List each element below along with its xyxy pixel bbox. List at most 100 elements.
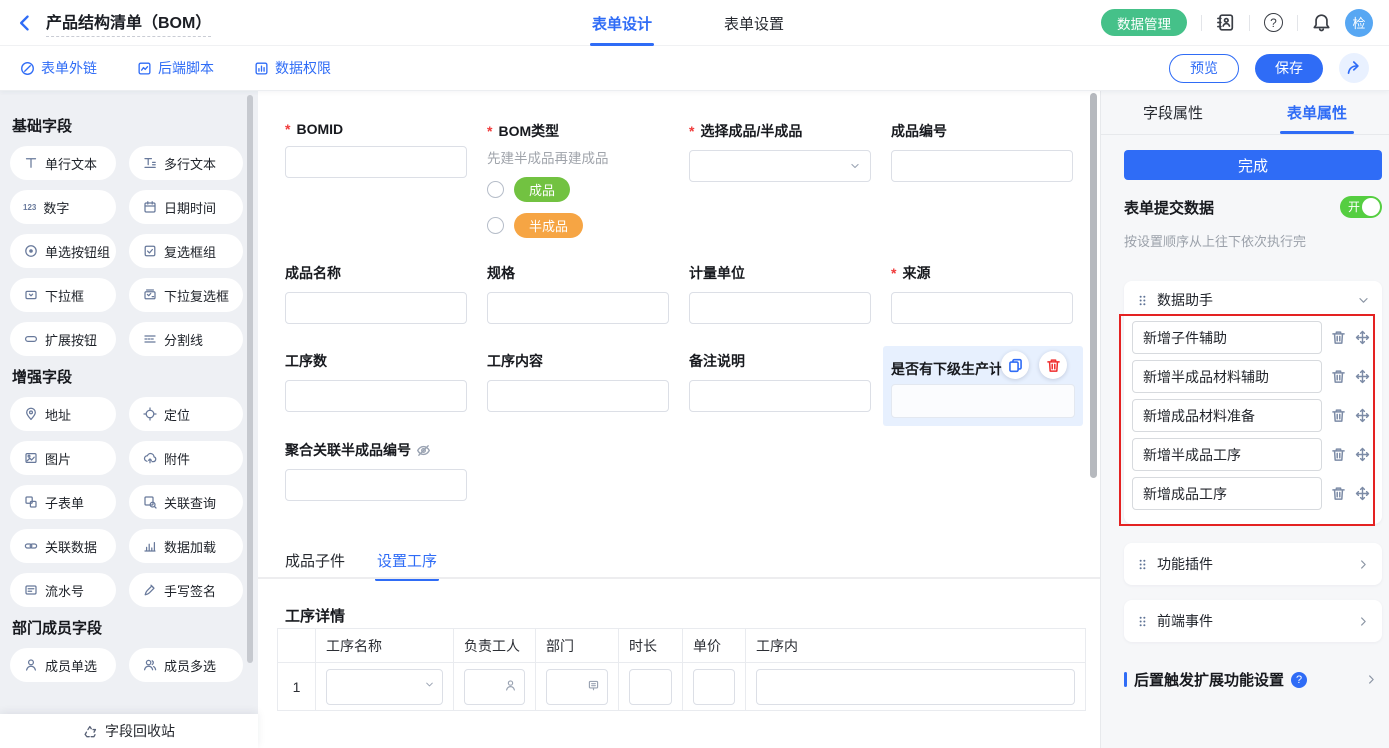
field-select-product[interactable]: 选择成品/半成品 bbox=[689, 121, 891, 182]
process-name-select[interactable] bbox=[326, 669, 443, 705]
field-item-subform[interactable]: 子表单 bbox=[10, 485, 116, 519]
preview-button[interactable]: 预览 bbox=[1169, 54, 1239, 83]
field-source[interactable]: 来源 bbox=[891, 263, 1093, 324]
contact-book-icon[interactable] bbox=[1216, 13, 1235, 32]
field-remark[interactable]: 备注说明 bbox=[689, 351, 891, 412]
duration-input[interactable] bbox=[629, 669, 672, 705]
spec-input[interactable] bbox=[487, 292, 669, 324]
field-spec[interactable]: 规格 bbox=[487, 263, 689, 324]
radio-icon[interactable] bbox=[487, 181, 504, 198]
worker-picker-input[interactable] bbox=[464, 669, 525, 705]
field-item-linked-data[interactable]: 关联数据 bbox=[10, 529, 116, 563]
process-content-input[interactable] bbox=[487, 380, 669, 412]
delete-field-button[interactable] bbox=[1039, 351, 1067, 379]
frontend-events-card[interactable]: 前端事件 bbox=[1124, 600, 1382, 642]
data-permission-action[interactable]: 数据权限 bbox=[254, 58, 331, 78]
chevron-down-icon[interactable] bbox=[1357, 294, 1370, 307]
field-item-divider[interactable]: 分割线 bbox=[129, 322, 243, 356]
data-assistant-header[interactable]: 数据助手 bbox=[1124, 281, 1382, 319]
drag-handle-icon[interactable] bbox=[1136, 294, 1149, 307]
move-icon[interactable] bbox=[1355, 447, 1370, 462]
help-icon[interactable]: ? bbox=[1264, 13, 1283, 32]
field-product-name[interactable]: 成品名称 bbox=[285, 263, 487, 324]
sidebar-scrollbar[interactable] bbox=[247, 95, 253, 663]
field-item-data-load[interactable]: 数据加载 bbox=[129, 529, 243, 563]
trash-icon[interactable] bbox=[1331, 447, 1346, 462]
chevron-right-icon[interactable] bbox=[1365, 673, 1378, 686]
field-item-single-text[interactable]: 单行文本 bbox=[10, 146, 116, 180]
field-process-content[interactable]: 工序内容 bbox=[487, 351, 689, 412]
field-unit[interactable]: 计量单位 bbox=[689, 263, 891, 324]
field-item-linked-query[interactable]: 关联查询 bbox=[129, 485, 243, 519]
field-aggregate-no[interactable]: 聚合关联半成品编号 bbox=[285, 440, 487, 501]
tab-form-design[interactable]: 表单设计 bbox=[590, 0, 654, 46]
tab-form-properties[interactable]: 表单属性 bbox=[1245, 91, 1389, 134]
drag-handle-icon[interactable] bbox=[1136, 558, 1149, 571]
field-product-no[interactable]: 成品编号 bbox=[891, 121, 1093, 182]
price-input[interactable] bbox=[693, 669, 735, 705]
field-item-radio-group[interactable]: 单选按钮组 bbox=[10, 234, 116, 268]
chevron-right-icon[interactable] bbox=[1357, 558, 1370, 571]
aggregate-no-input[interactable] bbox=[285, 469, 467, 501]
assistant-item-name[interactable]: 新增成品材料准备 bbox=[1132, 399, 1322, 432]
field-item-attachment[interactable]: 附件 bbox=[129, 441, 243, 475]
selected-field-sub-plan[interactable]: 是否有下级生产计 bbox=[883, 346, 1083, 426]
radio-option-finished[interactable]: 成品 bbox=[487, 177, 689, 202]
unit-input[interactable] bbox=[689, 292, 871, 324]
drag-handle-icon[interactable] bbox=[1136, 615, 1149, 628]
copy-field-button[interactable] bbox=[1001, 351, 1029, 379]
assistant-item-name[interactable]: 新增半成品材料辅助 bbox=[1132, 360, 1322, 393]
external-link-action[interactable]: 表单外链 bbox=[20, 58, 97, 78]
process-detail-input[interactable] bbox=[756, 669, 1075, 705]
assistant-item-name[interactable]: 新增成品工序 bbox=[1132, 477, 1322, 510]
field-item-address[interactable]: 地址 bbox=[10, 397, 116, 431]
bomid-input[interactable] bbox=[285, 146, 467, 178]
field-item-extend-button[interactable]: 扩展按钮 bbox=[10, 322, 116, 356]
field-item-number[interactable]: 123数字 bbox=[10, 190, 116, 224]
field-item-dropdown[interactable]: 下拉框 bbox=[10, 278, 116, 312]
form-canvas[interactable]: BOMID BOM类型 先建半成品再建成品 成品 半成品 选择成品/半成品 bbox=[258, 91, 1100, 748]
trash-icon[interactable] bbox=[1331, 486, 1346, 501]
trash-icon[interactable] bbox=[1331, 330, 1346, 345]
canvas-scrollbar[interactable] bbox=[1090, 93, 1097, 478]
field-item-location[interactable]: 定位 bbox=[129, 397, 243, 431]
product-name-input[interactable] bbox=[285, 292, 467, 324]
tab-field-properties[interactable]: 字段属性 bbox=[1101, 91, 1245, 134]
field-item-multi-text[interactable]: 多行文本 bbox=[129, 146, 243, 180]
product-no-input[interactable] bbox=[891, 150, 1073, 182]
field-item-member-multi[interactable]: 成员多选 bbox=[129, 648, 243, 682]
field-item-dropdown-multi[interactable]: 下拉复选框 bbox=[129, 278, 243, 312]
field-item-serial-number[interactable]: 流水号 bbox=[10, 573, 116, 607]
page-title[interactable]: 产品结构清单（BOM） bbox=[46, 9, 211, 37]
assistant-item-name[interactable]: 新增子件辅助 bbox=[1132, 321, 1322, 354]
user-avatar[interactable]: 检 bbox=[1345, 9, 1373, 37]
chevron-right-icon[interactable] bbox=[1357, 615, 1370, 628]
field-item-image[interactable]: 图片 bbox=[10, 441, 116, 475]
select-product-dropdown[interactable] bbox=[689, 150, 871, 182]
source-input[interactable] bbox=[891, 292, 1073, 324]
help-icon[interactable]: ? bbox=[1291, 672, 1307, 688]
submit-data-toggle[interactable]: 开 bbox=[1340, 196, 1382, 218]
back-icon[interactable] bbox=[16, 14, 34, 32]
data-manage-button[interactable]: 数据管理 bbox=[1101, 9, 1187, 36]
field-process-count[interactable]: 工序数 bbox=[285, 351, 487, 412]
department-picker-input[interactable] bbox=[546, 669, 608, 705]
share-button[interactable] bbox=[1339, 53, 1369, 83]
remark-input[interactable] bbox=[689, 380, 871, 412]
backend-script-action[interactable]: 后端脚本 bbox=[137, 58, 214, 78]
radio-option-semi[interactable]: 半成品 bbox=[487, 213, 689, 238]
trash-icon[interactable] bbox=[1331, 369, 1346, 384]
done-button[interactable]: 完成 bbox=[1124, 150, 1382, 180]
move-icon[interactable] bbox=[1355, 330, 1370, 345]
trash-icon[interactable] bbox=[1331, 408, 1346, 423]
process-count-input[interactable] bbox=[285, 380, 467, 412]
tab-form-settings[interactable]: 表单设置 bbox=[722, 0, 786, 46]
plugins-card[interactable]: 功能插件 bbox=[1124, 543, 1382, 585]
move-icon[interactable] bbox=[1355, 486, 1370, 501]
save-button[interactable]: 保存 bbox=[1255, 54, 1323, 83]
field-bom-type[interactable]: BOM类型 先建半成品再建成品 成品 半成品 bbox=[487, 121, 689, 249]
move-icon[interactable] bbox=[1355, 369, 1370, 384]
field-item-datetime[interactable]: 日期时间 bbox=[129, 190, 243, 224]
notification-bell-icon[interactable] bbox=[1312, 13, 1331, 32]
radio-icon[interactable] bbox=[487, 217, 504, 234]
